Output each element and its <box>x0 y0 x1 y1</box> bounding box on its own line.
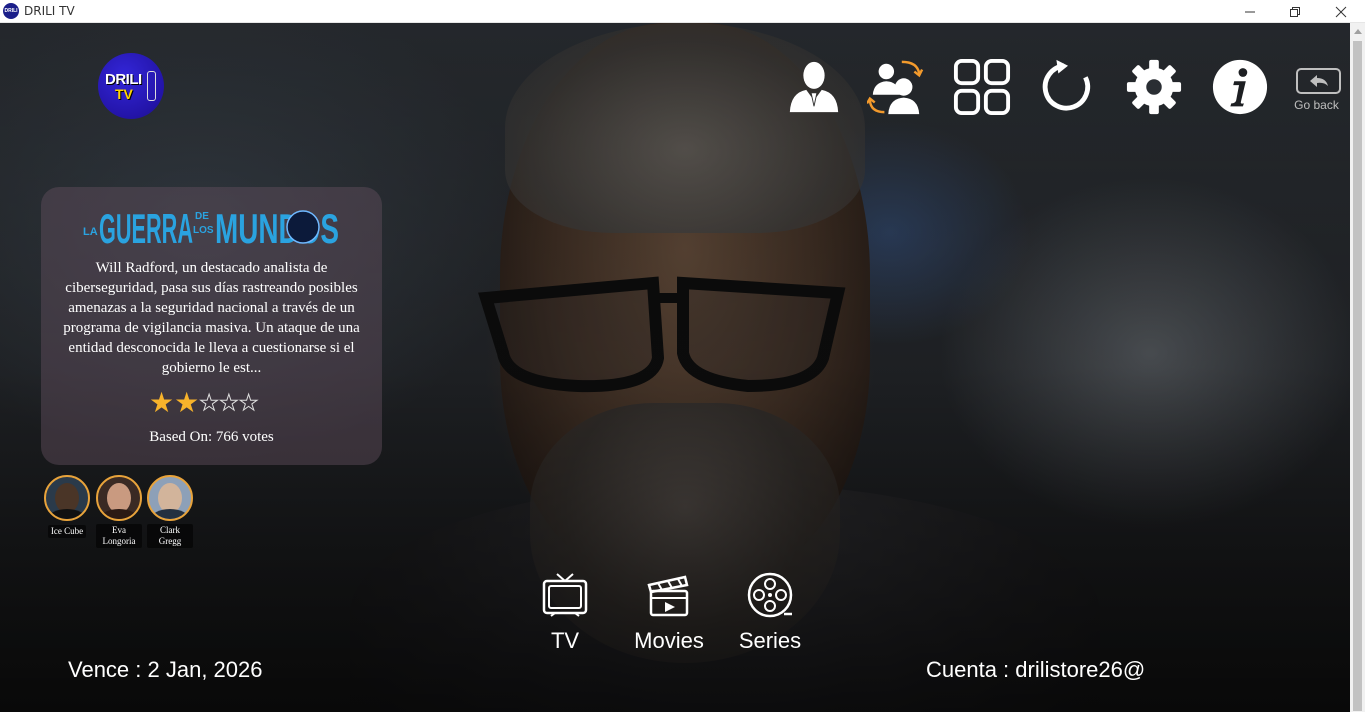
movie-description: Will Radford, un destacado analista de c… <box>63 260 360 376</box>
app-icon: DRILI <box>3 3 19 19</box>
settings-button[interactable] <box>1124 57 1184 117</box>
title-los: LOS <box>193 225 214 236</box>
globe-icon <box>286 210 320 244</box>
grid-icon <box>953 58 1011 116</box>
nav-tv[interactable]: TV <box>515 571 615 654</box>
avatar <box>44 475 90 521</box>
info-icon <box>1212 59 1268 115</box>
featured-info-card: LA GUERRA DE LOS MUNDOS Will Radford, un… <box>41 187 382 465</box>
star-empty-icon: ★ <box>218 390 239 416</box>
nav-series[interactable]: Series <box>720 571 820 654</box>
cast-name: Eva Longoria <box>96 524 142 548</box>
expiry-date: Vence : 2 Jan, 2026 <box>68 657 263 682</box>
star-empty-icon: ★ <box>199 390 220 416</box>
movie-title-logo: LA GUERRA DE LOS MUNDOS <box>83 205 339 249</box>
tv-icon <box>542 573 588 617</box>
remote-icon <box>147 71 156 101</box>
nav-tv-label: TV <box>550 628 580 653</box>
switch-user-button[interactable] <box>866 57 926 117</box>
cast-member[interactable]: Clark Gregg <box>147 475 193 549</box>
refresh-icon <box>1042 59 1091 111</box>
nav-series-label: Series <box>738 628 802 653</box>
clapperboard-icon <box>647 575 689 617</box>
back-arrow-icon <box>1309 75 1328 87</box>
star-full-icon: ★ <box>174 387 200 418</box>
go-back-button[interactable]: Go back <box>1294 68 1341 118</box>
app-icon-text: DRILI <box>4 8 18 14</box>
switch-users-icon <box>867 60 924 115</box>
refresh-button[interactable] <box>1038 57 1098 117</box>
go-back-label: Go back <box>1294 98 1339 112</box>
restore-icon <box>1290 6 1300 17</box>
logo-text-tv: TV <box>115 85 133 102</box>
vertical-scrollbar[interactable] <box>1350 23 1365 712</box>
gear-icon <box>1126 59 1182 115</box>
cast-name: Clark Gregg <box>147 524 193 548</box>
cast-member[interactable]: Ice Cube <box>44 475 90 539</box>
drili-tv-logo: DRILI TV <box>98 53 164 119</box>
maximize-button[interactable] <box>1272 0 1318 23</box>
profile-button[interactable] <box>784 57 844 117</box>
title-guerra: GUERRA <box>99 205 193 249</box>
nav-movies[interactable]: Movies <box>619 571 719 654</box>
title-mundos: MUNDOS <box>215 205 339 249</box>
minimize-button[interactable] <box>1227 0 1273 23</box>
scroll-thumb[interactable] <box>1353 41 1362 711</box>
window-titlebar: DRILI DRILI TV <box>0 0 1365 23</box>
account-label: Cuenta : drilistore26@ <box>926 657 1146 682</box>
star-empty-icon: ★ <box>238 390 259 416</box>
go-back-box <box>1296 68 1341 94</box>
user-icon <box>789 61 839 113</box>
logo-text-drili: DRILI <box>105 70 142 88</box>
scroll-up-arrow[interactable] <box>1354 29 1362 34</box>
avatar <box>147 475 193 521</box>
main-view: DRILI TV Go back LA GUERRA DE LOS MUNDOS… <box>0 23 1350 712</box>
close-button[interactable] <box>1318 0 1364 23</box>
title-la: LA <box>83 226 98 238</box>
star-full-icon: ★ <box>149 387 175 418</box>
title-de: DE <box>195 211 209 222</box>
cast-member[interactable]: Eva Longoria <box>96 475 142 549</box>
minimize-icon <box>1245 11 1255 12</box>
close-icon <box>1335 6 1347 17</box>
film-reel-icon <box>747 572 793 618</box>
info-button[interactable] <box>1210 57 1270 117</box>
avatar <box>96 475 142 521</box>
nav-movies-label: Movies <box>634 628 704 653</box>
grid-button[interactable] <box>952 57 1012 117</box>
votes-label: Based On: 766 votes <box>149 429 274 445</box>
cast-name: Ice Cube <box>47 525 87 538</box>
rating-stars: ★ ★ ★ ★ ★ <box>149 387 259 418</box>
window-title: DRILI TV <box>24 4 75 18</box>
